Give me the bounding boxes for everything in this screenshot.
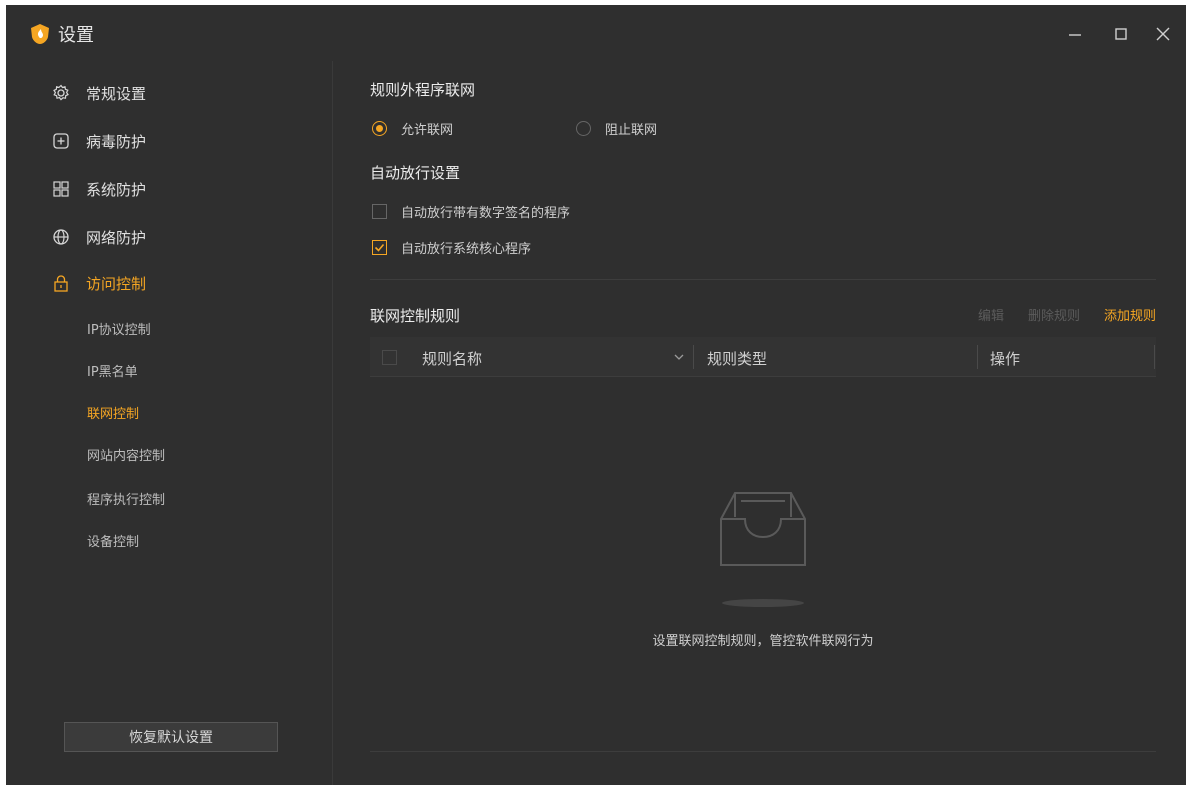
- radio-block-network[interactable]: 阻止联网: [576, 119, 657, 138]
- sidebar: 常规设置 病毒防护 系统防护 网络防护 访问控制 IP协议控制 IP黑名单 联网…: [6, 61, 333, 785]
- divider: [370, 279, 1156, 280]
- rules-table-header: 规则名称 规则类型 操作: [370, 337, 1156, 377]
- column-operation: 操作: [990, 350, 1021, 368]
- shield-logo-icon: [30, 23, 50, 45]
- sidebar-item-label: 常规设置: [86, 84, 147, 103]
- sidebar-subitem-program-execution[interactable]: 程序执行控制: [87, 489, 165, 508]
- sidebar-subitem-website-content[interactable]: 网站内容控制: [87, 445, 165, 464]
- empty-shadow: [722, 599, 804, 607]
- checkbox-label: 自动放行带有数字签名的程序: [401, 206, 571, 221]
- title-bar: 设置: [6, 5, 1186, 61]
- sidebar-item-virus[interactable]: 病毒防护: [50, 129, 146, 153]
- sidebar-item-system[interactable]: 系统防护: [50, 177, 146, 201]
- sidebar-item-access-control[interactable]: 访问控制: [50, 271, 146, 295]
- minimize-button[interactable]: [1062, 21, 1088, 47]
- settings-window: 设置 常规设置 病毒防护 系统防护 网络防护 访问控制 IP协议控制 IP黑名单…: [6, 5, 1186, 785]
- radio-dot: [372, 121, 387, 136]
- chevron-down-icon[interactable]: [672, 349, 686, 363]
- empty-inbox-icon: [713, 489, 813, 573]
- gear-icon: [50, 82, 72, 104]
- column-separator: [1154, 345, 1155, 369]
- checkmark-icon: [372, 240, 387, 255]
- radio-label: 允许联网: [401, 123, 454, 138]
- sidebar-item-label: 访问控制: [86, 274, 147, 293]
- plus-box-icon: [50, 130, 72, 152]
- sidebar-item-network[interactable]: 网络防护: [50, 225, 146, 249]
- delete-rule-button[interactable]: 删除规则: [1028, 305, 1080, 324]
- grid-icon: [50, 178, 72, 200]
- main-panel: 规则外程序联网 允许联网 阻止联网 自动放行设置 自动放行带有数字签名的程序 自…: [370, 61, 1156, 785]
- close-button[interactable]: [1150, 21, 1176, 47]
- divider: [370, 751, 1156, 752]
- sidebar-item-label: 病毒防护: [86, 132, 147, 151]
- radio-dot: [576, 121, 591, 136]
- edit-button[interactable]: 编辑: [978, 305, 1004, 324]
- rules-actions: 编辑 删除规则 添加规则: [978, 305, 1156, 324]
- sidebar-item-label: 系统防护: [86, 180, 147, 199]
- empty-state-text: 设置联网控制规则，管控软件联网行为: [652, 634, 874, 649]
- select-all-checkbox[interactable]: [382, 350, 397, 365]
- sidebar-subitem-ip-blacklist[interactable]: IP黑名单: [87, 361, 138, 380]
- checkbox-box: [372, 204, 387, 219]
- checkbox-label: 自动放行系统核心程序: [401, 242, 532, 257]
- add-rule-button[interactable]: 添加规则: [1104, 305, 1156, 324]
- globe-icon: [50, 226, 72, 248]
- sidebar-item-general[interactable]: 常规设置: [50, 81, 146, 105]
- restore-defaults-button[interactable]: 恢复默认设置: [64, 722, 278, 752]
- rules-title: 联网控制规则: [370, 307, 461, 325]
- column-separator: [977, 345, 978, 369]
- checkbox-system-core[interactable]: 自动放行系统核心程序: [372, 238, 531, 257]
- radio-label: 阻止联网: [605, 123, 658, 138]
- auto-allow-title: 自动放行设置: [370, 164, 461, 182]
- radio-allow-network[interactable]: 允许联网: [372, 119, 453, 138]
- sidebar-subitem-device[interactable]: 设备控制: [87, 531, 139, 550]
- outside-rules-title: 规则外程序联网: [370, 81, 476, 99]
- window-title: 设置: [58, 25, 94, 46]
- sidebar-item-label: 网络防护: [86, 228, 147, 247]
- lock-icon: [50, 272, 72, 294]
- sidebar-subitem-network-control[interactable]: 联网控制: [87, 403, 139, 422]
- column-separator: [693, 345, 694, 369]
- sidebar-subitem-ip-protocol[interactable]: IP协议控制: [87, 319, 151, 338]
- column-rule-type[interactable]: 规则类型: [707, 348, 767, 369]
- maximize-button[interactable]: [1108, 21, 1134, 47]
- checkbox-signed-programs[interactable]: 自动放行带有数字签名的程序: [372, 202, 570, 221]
- column-rule-name[interactable]: 规则名称: [422, 348, 482, 369]
